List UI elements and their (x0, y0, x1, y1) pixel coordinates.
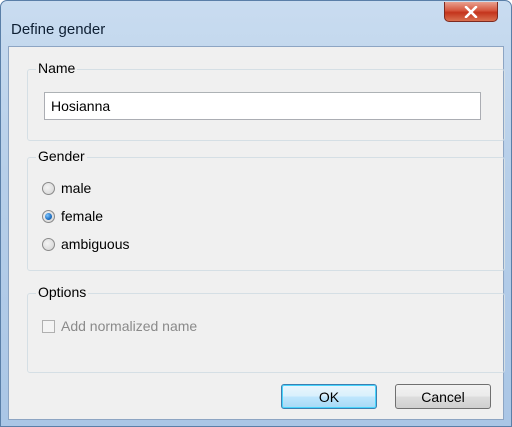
window-title: Define gender (11, 21, 106, 38)
dialog-window: Define gender Name Gender male female (0, 0, 512, 427)
radio-ambiguous-label: ambiguous (61, 236, 130, 252)
name-input[interactable] (44, 92, 481, 120)
radio-icon[interactable] (42, 181, 55, 195)
options-group-label: Options (36, 284, 89, 300)
radio-ambiguous[interactable]: ambiguous (42, 236, 130, 252)
close-button[interactable] (444, 2, 498, 22)
close-icon (464, 5, 478, 18)
dialog-client-area: Name Gender male female ambiguous Option… (8, 46, 505, 420)
checkbox-icon[interactable] (42, 319, 55, 333)
name-group-label: Name (36, 60, 78, 76)
gender-group-label: Gender (36, 148, 87, 164)
radio-female-label: female (61, 208, 104, 224)
gender-groupbox: Gender male female ambiguous (27, 148, 505, 271)
radio-male-label: male (61, 180, 92, 196)
radio-male[interactable]: male (42, 180, 91, 196)
add-normalized-name-checkbox[interactable]: Add normalized name (42, 318, 197, 334)
radio-female[interactable]: female (42, 208, 103, 224)
add-normalized-name-label: Add normalized name (61, 318, 198, 334)
ok-button[interactable]: OK (281, 384, 377, 409)
radio-icon[interactable] (42, 209, 55, 223)
radio-icon[interactable] (42, 237, 55, 251)
name-groupbox: Name (27, 60, 505, 141)
options-groupbox: Options Add normalized name (27, 284, 505, 373)
cancel-button[interactable]: Cancel (395, 384, 491, 409)
title-bar[interactable]: Define gender (1, 1, 511, 45)
